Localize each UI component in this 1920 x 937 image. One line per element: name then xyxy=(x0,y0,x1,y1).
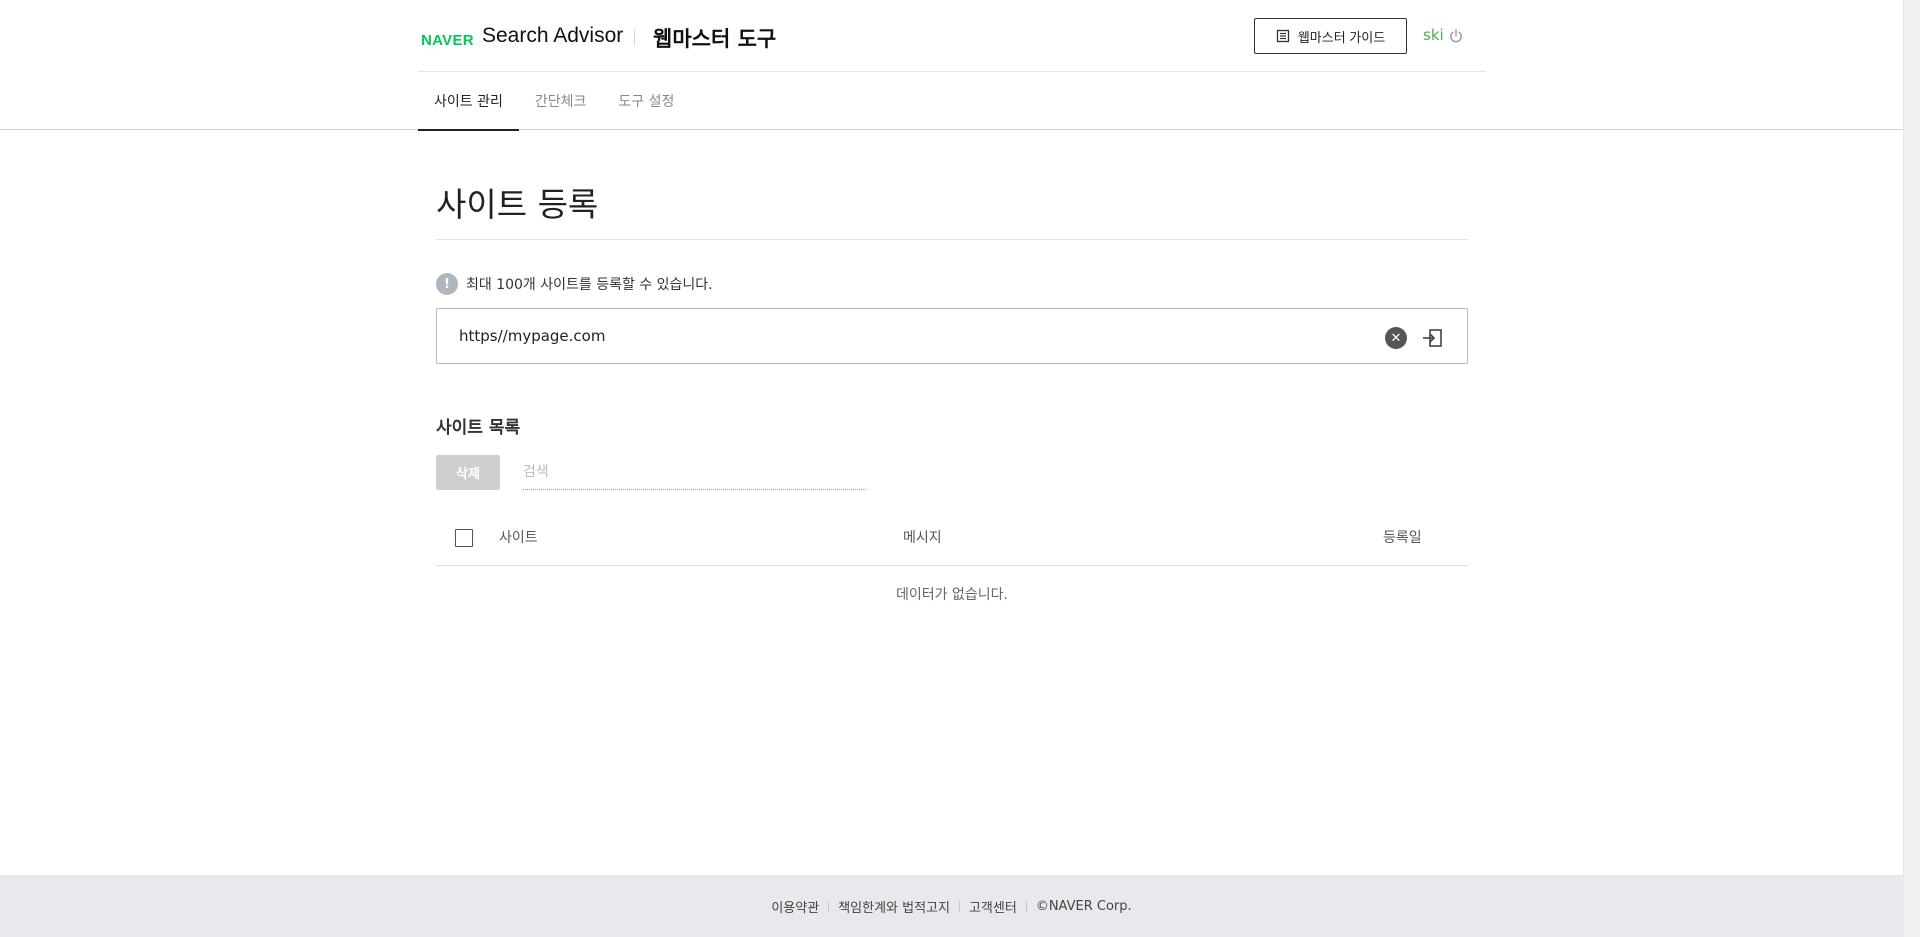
register-submit-icon[interactable] xyxy=(1420,326,1444,350)
site-search-input[interactable] xyxy=(523,454,866,490)
column-site: 사이트 xyxy=(499,530,538,546)
search-advisor-logo[interactable]: Search Advisor xyxy=(482,24,623,48)
logo-divider xyxy=(634,30,635,46)
book-icon xyxy=(1276,29,1289,43)
footer-divider xyxy=(828,901,830,912)
site-url-box: ✕ xyxy=(436,308,1468,364)
title-divider xyxy=(436,239,1468,240)
site-limit-notice: ! 최대 100개 사이트를 등록할 수 있습니다. xyxy=(436,273,713,295)
tab-simple-check[interactable]: 간단체크 xyxy=(519,72,603,130)
footer-divider xyxy=(958,901,960,912)
column-message: 메시지 xyxy=(903,530,942,546)
clear-input-icon[interactable]: ✕ xyxy=(1385,327,1407,349)
column-registered-date[interactable]: 등록일 xyxy=(1383,527,1422,547)
page-title: 사이트 등록 xyxy=(436,185,599,224)
footer-divider xyxy=(1025,901,1027,912)
user-name[interactable]: ski xyxy=(1423,26,1444,44)
empty-table-message: 데이터가 없습니다. xyxy=(896,587,1008,603)
notice-text: 최대 100개 사이트를 등록할 수 있습니다. xyxy=(466,277,713,293)
tab-site-management[interactable]: 사이트 관리 xyxy=(418,72,519,131)
tab-tool-settings[interactable]: 도구 설정 xyxy=(602,72,690,130)
guide-button-label: 웹마스터 가이드 xyxy=(1297,29,1386,45)
footer-link-terms[interactable]: 이용약관 xyxy=(771,897,819,916)
delete-button[interactable]: 삭제 xyxy=(436,455,500,490)
site-table-header: 사이트 메시지 등록일 xyxy=(436,510,1468,566)
naver-logo[interactable]: NAVER xyxy=(421,32,474,49)
top-bar: NAVER Search Advisor 웹마스터 도구 웹마스터 가이드 sk… xyxy=(418,0,1486,72)
info-exclamation-icon: ! xyxy=(436,273,458,295)
page-scrollbar[interactable] xyxy=(1903,0,1920,937)
footer-copyright[interactable]: ©NAVER Corp. xyxy=(1036,899,1132,914)
site-url-input[interactable] xyxy=(459,309,1359,363)
footer-link-support[interactable]: 고객센터 xyxy=(969,897,1017,916)
webmaster-guide-button[interactable]: 웹마스터 가이드 xyxy=(1254,18,1407,54)
webmaster-tool-title[interactable]: 웹마스터 도구 xyxy=(653,23,776,53)
site-list-title: 사이트 목록 xyxy=(436,418,521,438)
page-footer: 이용약관 책임한계와 법적고지 고객센터 ©NAVER Corp. xyxy=(0,875,1903,937)
footer-link-legal[interactable]: 책임한계와 법적고지 xyxy=(838,897,950,916)
main-tabs: 사이트 관리 간단체크 도구 설정 xyxy=(418,72,690,131)
select-all-checkbox[interactable] xyxy=(455,529,473,547)
site-header: NAVER Search Advisor 웹마스터 도구 웹마스터 가이드 sk… xyxy=(0,0,1903,131)
logout-power-icon[interactable] xyxy=(1448,28,1464,44)
